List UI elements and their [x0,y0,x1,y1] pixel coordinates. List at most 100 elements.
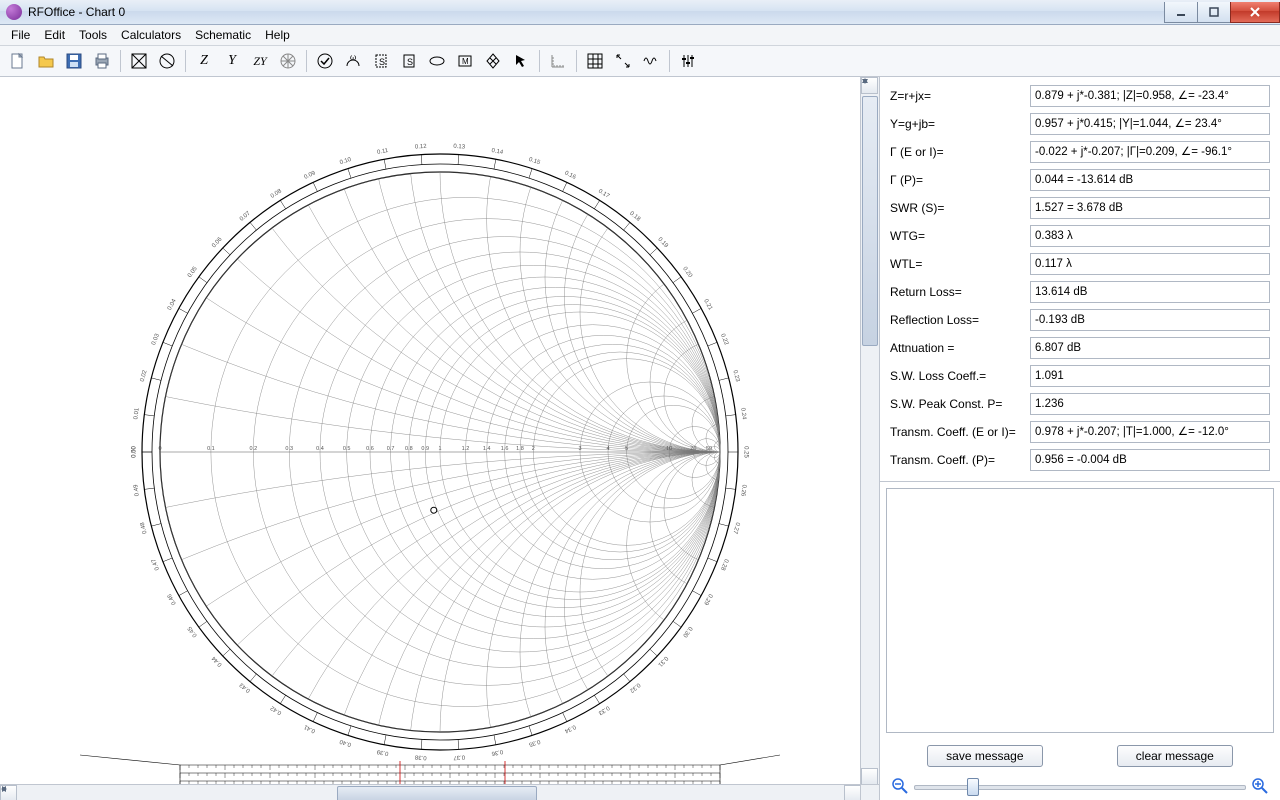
y-label-icon[interactable]: Y [218,47,246,75]
zy-label-icon[interactable]: ZY [246,47,274,75]
svg-text:0.37: 0.37 [453,753,466,760]
scroll-right-icon[interactable] [844,785,861,800]
resize-arrows-icon[interactable] [609,47,637,75]
svg-text:1.4: 1.4 [483,446,491,452]
marker-check-icon[interactable] [311,47,339,75]
zoom-out-icon[interactable] [892,778,908,794]
svg-text:4: 4 [606,446,609,452]
svg-text:0.16: 0.16 [563,170,577,181]
readout-value[interactable]: 0.117 λ [1030,253,1270,275]
vertical-scrollbar[interactable] [860,77,879,785]
readout-value[interactable]: 1.527 = 3.678 dB [1030,197,1270,219]
open-folder-icon[interactable] [32,47,60,75]
menu-edit[interactable]: Edit [37,27,72,43]
menu-schematic[interactable]: Schematic [188,27,258,43]
svg-text:0.24: 0.24 [739,408,746,421]
svg-text:0.7: 0.7 [387,446,395,452]
menu-file[interactable]: File [4,27,37,43]
readout-value[interactable]: 0.383 λ [1030,225,1270,247]
m-box-icon[interactable]: M [451,47,479,75]
svg-text:0.43: 0.43 [238,681,251,693]
readout-value[interactable]: 0.879 + j*-0.381; |Z|=0.958, ∠= -23.4° [1030,85,1270,107]
svg-text:0.8: 0.8 [405,446,413,452]
zoom-slider[interactable] [914,777,1246,795]
readout-value[interactable]: -0.193 dB [1030,309,1270,331]
minimize-button[interactable] [1164,2,1198,23]
svg-text:0.02: 0.02 [140,369,149,382]
readout-value[interactable]: -0.022 + j*-0.207; |Γ|=0.209, ∠= -96.1° [1030,141,1270,163]
svg-text:0.09: 0.09 [303,170,317,181]
diamond-x-icon[interactable] [479,47,507,75]
svg-text:ω: ω [350,53,356,62]
readout-label: S.W. Loss Coeff.= [890,369,1030,383]
svg-text:10: 10 [666,446,672,452]
ellipse-icon[interactable] [423,47,451,75]
svg-text:0.42: 0.42 [269,704,283,716]
cursor-arrow-icon[interactable] [507,47,535,75]
close-button[interactable] [1230,2,1280,23]
readout-value[interactable]: 0.956 = -0.004 dB [1030,449,1270,471]
sliders-icon[interactable] [674,47,702,75]
readout-value[interactable]: 0.978 + j*-0.207; |T|=1.000, ∠= -12.0° [1030,421,1270,443]
svg-text:0.31: 0.31 [656,655,669,668]
horizontal-scrollbar[interactable] [0,784,861,800]
readout-value[interactable]: 13.614 dB [1030,281,1270,303]
s-param-icon[interactable]: S [367,47,395,75]
svg-text:0.39: 0.39 [376,748,389,756]
message-box[interactable] [886,488,1274,733]
svg-text:2: 2 [532,446,535,452]
svg-text:1.6: 1.6 [501,446,509,452]
svg-text:0.48: 0.48 [140,521,149,534]
grid-table-icon[interactable] [581,47,609,75]
menu-bar: File Edit Tools Calculators Schematic He… [0,25,1280,46]
readout-label: Transm. Coeff. (E or I)= [890,425,1030,439]
menu-help[interactable]: Help [258,27,297,43]
svg-text:0.10: 0.10 [339,157,353,167]
new-file-icon[interactable] [4,47,32,75]
svg-text:0.49: 0.49 [133,483,140,496]
readout-value[interactable]: 0.044 = -13.614 dB [1030,169,1270,191]
readout-row: Reflection Loss=-0.193 dB [890,309,1270,331]
svg-text:0.03: 0.03 [151,332,161,346]
window-titlebar: RFOffice - Chart 0 [0,0,1280,25]
toolbar: Z Y ZY ω S S M [0,46,1280,77]
menu-calculators[interactable]: Calculators [114,27,188,43]
maximize-button[interactable] [1197,2,1231,23]
save-message-button[interactable]: save message [927,745,1042,767]
smith-chart-canvas[interactable]: 0.000.010.020.030.040.050.060.070.080.09… [0,77,879,800]
readout-label: Reflection Loss= [890,313,1030,327]
svg-text:0.27: 0.27 [731,522,740,535]
save-icon[interactable] [60,47,88,75]
svg-text:0.29: 0.29 [702,593,713,607]
svg-text:0.28: 0.28 [719,558,729,572]
svg-text:0.12: 0.12 [415,144,428,151]
readout-row: Transm. Coeff. (E or I)=0.978 + j*-0.207… [890,421,1270,443]
clear-message-button[interactable]: clear message [1117,745,1233,767]
readout-row: Transm. Coeff. (P)=0.956 = -0.004 dB [890,449,1270,471]
readout-label: SWR (S)= [890,201,1030,215]
svg-text:0.19: 0.19 [656,237,669,250]
svg-text:S: S [407,57,413,67]
print-icon[interactable] [88,47,116,75]
z-label-icon[interactable]: Z [190,47,218,75]
scroll-down-icon[interactable] [861,768,878,785]
svg-text:5: 5 [625,446,628,452]
readout-label: Transm. Coeff. (P)= [890,453,1030,467]
compass-icon[interactable] [274,47,302,75]
readout-value[interactable]: 6.807 dB [1030,337,1270,359]
smith-z-chart-icon[interactable] [125,47,153,75]
readout-label: Y=g+jb= [890,117,1030,131]
angle-omega-icon[interactable]: ω [339,47,367,75]
readout-label: WTL= [890,257,1030,271]
readout-value[interactable]: 0.957 + j*0.415; |Y|=1.044, ∠= 23.4° [1030,113,1270,135]
zoom-in-icon[interactable] [1252,778,1268,794]
readout-value[interactable]: 1.091 [1030,365,1270,387]
svg-text:0.26: 0.26 [739,484,746,497]
s-box-icon[interactable]: S [395,47,423,75]
ruler-axes-icon[interactable] [544,47,572,75]
menu-tools[interactable]: Tools [72,27,114,43]
waveform-icon[interactable] [637,47,665,75]
chart-pane: 0.000.010.020.030.040.050.060.070.080.09… [0,77,880,800]
smith-y-chart-icon[interactable] [153,47,181,75]
readout-value[interactable]: 1.236 [1030,393,1270,415]
